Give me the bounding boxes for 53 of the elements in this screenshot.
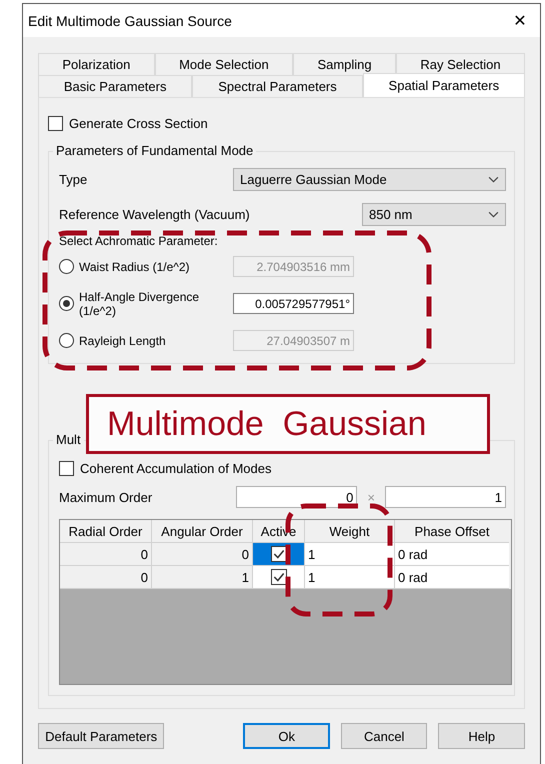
dialog-button[interactable]: Help <box>438 723 525 749</box>
table-cell: 1 <box>305 543 395 566</box>
table-cell: 0 <box>60 543 152 566</box>
dialog-button[interactable]: Ok <box>243 723 330 749</box>
table-cell[interactable] <box>253 566 305 589</box>
table-cell: 1 <box>305 566 395 589</box>
separator-sign: × <box>366 490 376 504</box>
radio-label: Rayleigh Length <box>79 334 167 348</box>
tab[interactable]: Mode Selection <box>154 53 294 75</box>
close-button[interactable]: ✕ <box>500 6 540 36</box>
caret-icon <box>488 211 499 218</box>
group-title: Parameters of Fundamental Mode <box>53 143 256 158</box>
column-header[interactable]: Weight <box>305 520 395 543</box>
checkbox[interactable] <box>270 546 286 562</box>
tab[interactable]: Spectral Parameters <box>192 75 363 97</box>
checkbox-label: Generate Cross Section <box>69 116 208 131</box>
table-cell[interactable] <box>253 543 305 566</box>
tab[interactable]: Ray Selection <box>396 53 525 75</box>
input-field[interactable]: 0 <box>236 486 358 508</box>
field-label: Type <box>59 172 88 187</box>
table-cell: 1 <box>152 566 253 589</box>
radio-button[interactable] <box>59 259 74 274</box>
section-label: Select Achromatic Parameter: <box>59 234 219 248</box>
table-cell: 0 <box>60 566 152 589</box>
field-label: Maximum Order <box>59 490 154 504</box>
group-title: Mult <box>53 432 84 447</box>
annotation-callout: Multimode Gaussian <box>86 394 490 454</box>
column-header[interactable]: Radial Order <box>60 520 152 543</box>
tab[interactable]: Spatial Parameters <box>362 73 525 97</box>
radio-label: Waist Radius (1/e^2) <box>79 260 191 274</box>
radio-label: Half-Angle Divergence (1/e^2) <box>79 290 200 318</box>
column-header[interactable]: Angular Order <box>152 520 253 543</box>
checkbox[interactable] <box>59 461 74 476</box>
table-cell: 0 rad <box>395 566 509 589</box>
tab[interactable]: Basic Parameters <box>38 75 192 97</box>
tab[interactable]: Polarization <box>38 53 155 75</box>
checkbox[interactable] <box>48 116 63 131</box>
dialog-button[interactable]: Cancel <box>340 723 428 749</box>
dialog-button[interactable]: Default Parameters <box>38 723 164 749</box>
type-dropdown[interactable]: Laguerre Gaussian Mode <box>233 168 506 191</box>
table-cell: 0 <box>152 543 253 566</box>
radio-button[interactable] <box>59 333 74 348</box>
wavelength-dropdown[interactable]: 850 nm <box>362 203 506 226</box>
radio-button[interactable] <box>59 296 74 311</box>
checkbox[interactable] <box>270 569 286 585</box>
input-field[interactable]: 0.005729577951° <box>233 293 354 314</box>
table-cell: 0 rad <box>395 543 509 566</box>
caret-icon <box>488 176 499 183</box>
tab[interactable]: Sampling <box>293 53 396 75</box>
input-field[interactable]: 1 <box>385 486 506 508</box>
window-title: Edit Multimode Gaussian Source <box>28 12 232 28</box>
field-label: Reference Wavelength (Vacuum) <box>59 207 250 222</box>
checkbox-label: Coherent Accumulation of Modes <box>80 461 272 476</box>
